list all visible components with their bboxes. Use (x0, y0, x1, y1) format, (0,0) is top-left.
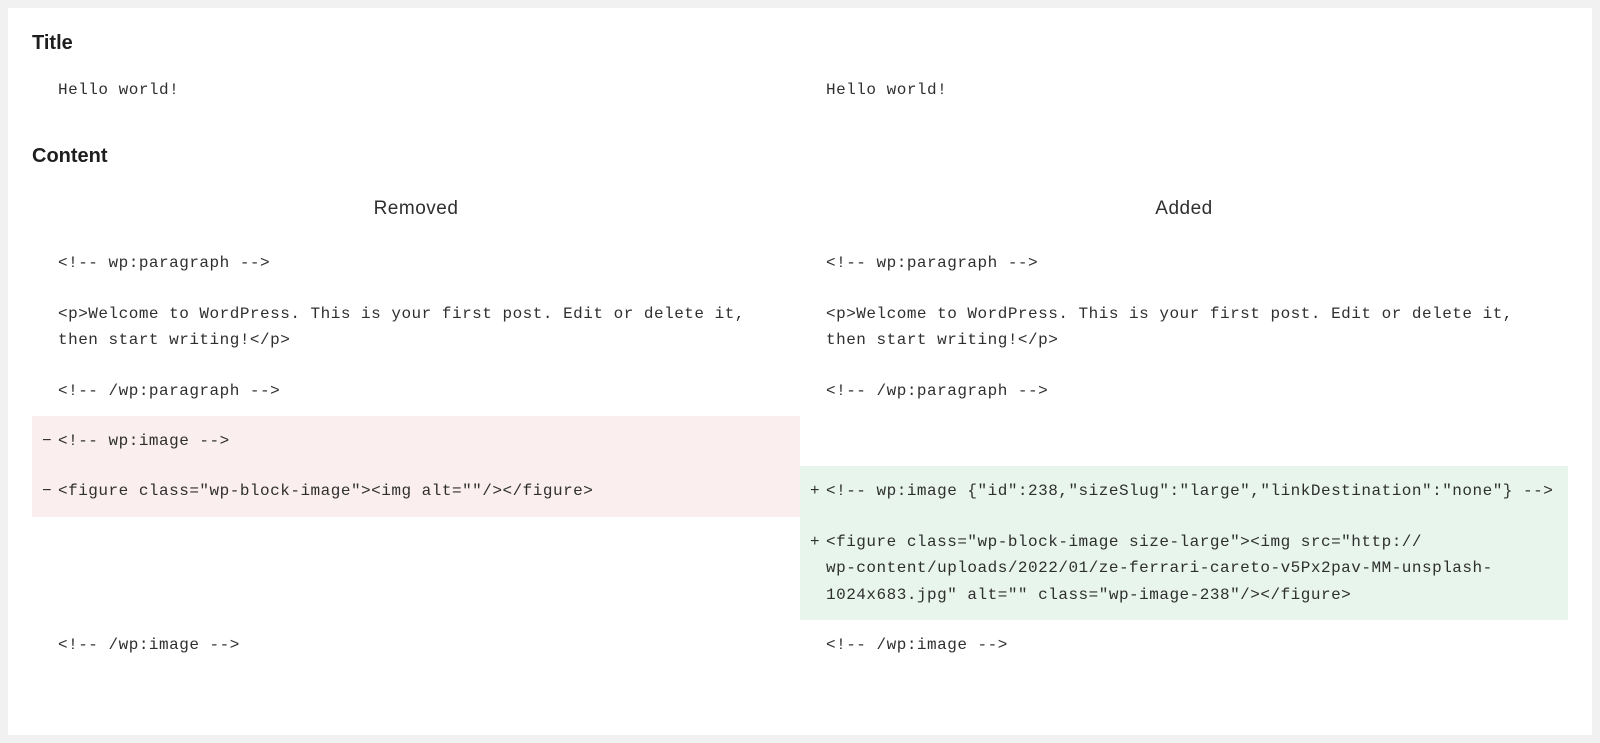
diff-code-right: <p>Welcome to WordPress. This is your fi… (826, 301, 1558, 354)
diff-cell-right: <!-- /wp:image --> (800, 620, 1568, 670)
diff-row: <!-- wp:paragraph --> <!-- wp:paragraph -… (32, 238, 1568, 288)
diff-cell-right (800, 416, 1568, 466)
diff-code-left: <!-- /wp:image --> (58, 632, 790, 658)
diff-code-right: <!-- wp:image {"id":238,"sizeSlug":"larg… (826, 478, 1558, 504)
plus-sign: + (804, 529, 826, 555)
diff-cell-left (32, 517, 800, 620)
diff-cell-left: <!-- /wp:paragraph --> (32, 366, 800, 416)
column-header-added: Added (800, 184, 1568, 238)
diff-code-right: <figure class="wp-block-image size-large… (826, 529, 1558, 608)
title-left-text: Hello world! (58, 77, 790, 103)
diff-code-left: <!-- wp:image --> (58, 428, 790, 454)
diff-code-left: <figure class="wp-block-image"><img alt=… (58, 478, 790, 504)
diff-code-right: <!-- /wp:paragraph --> (826, 378, 1558, 404)
diff-cell-left: −<!-- wp:image --> (32, 416, 800, 466)
title-right: Hello world! (800, 71, 1568, 121)
section-heading-content: Content (32, 145, 1568, 168)
diff-code-left: <p>Welcome to WordPress. This is your fi… (58, 301, 790, 354)
title-diff-table: Hello world! Hello world! (32, 71, 1568, 121)
column-header-removed: Removed (32, 184, 800, 238)
diff-cell-right: +<figure class="wp-block-image size-larg… (800, 517, 1568, 620)
content-diff-table: Removed Added <!-- wp:paragraph --><!-- … (32, 184, 1568, 670)
diff-cell-left: <p>Welcome to WordPress. This is your fi… (32, 289, 800, 366)
diff-cell-right: <!-- wp:paragraph --> (800, 238, 1568, 288)
title-left: Hello world! (32, 71, 800, 121)
title-right-text: Hello world! (826, 77, 1558, 103)
revision-diff-panel: Title Hello world! Hello world! Content (8, 8, 1592, 735)
diff-cell-left: <!-- /wp:image --> (32, 620, 800, 670)
diff-row: −<!-- wp:image --> (32, 416, 1568, 466)
diff-cell-left: <!-- wp:paragraph --> (32, 238, 800, 288)
diff-row: <!-- /wp:paragraph --> <!-- /wp:paragraph… (32, 366, 1568, 416)
minus-sign: − (36, 478, 58, 504)
diff-code-right: <!-- wp:paragraph --> (826, 250, 1558, 276)
diff-cell-right: <p>Welcome to WordPress. This is your fi… (800, 289, 1568, 366)
diff-code-left: <!-- /wp:paragraph --> (58, 378, 790, 404)
diff-row: +<figure class="wp-block-image size-larg… (32, 517, 1568, 620)
diff-row: <!-- /wp:image --> <!-- /wp:image --> (32, 620, 1568, 670)
diff-code-right: <!-- /wp:image --> (826, 632, 1558, 658)
plus-sign: + (804, 478, 826, 504)
diff-code-left: <!-- wp:paragraph --> (58, 250, 790, 276)
diff-cell-right: +<!-- wp:image {"id":238,"sizeSlug":"lar… (800, 466, 1568, 516)
diff-cell-left: −<figure class="wp-block-image"><img alt… (32, 466, 800, 516)
diff-cell-right: <!-- /wp:paragraph --> (800, 366, 1568, 416)
diff-row: −<figure class="wp-block-image"><img alt… (32, 466, 1568, 516)
minus-sign: − (36, 428, 58, 454)
section-heading-title: Title (32, 32, 1568, 55)
diff-row: <p>Welcome to WordPress. This is your fi… (32, 289, 1568, 366)
